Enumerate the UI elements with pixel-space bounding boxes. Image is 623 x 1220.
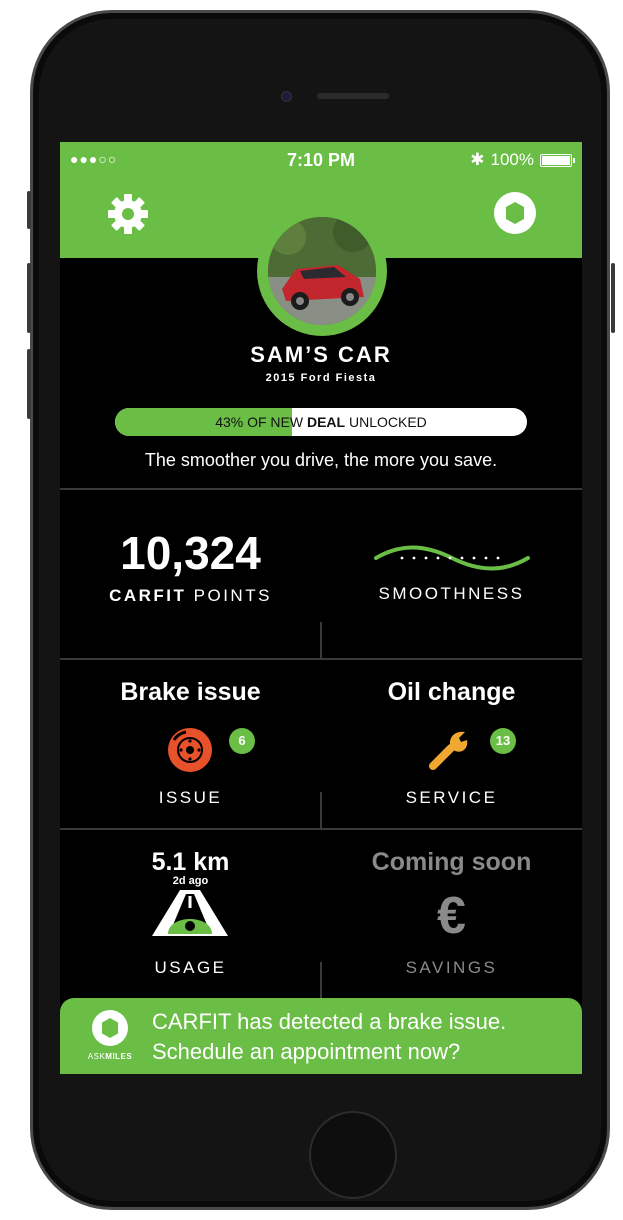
askmiles-logo-icon[interactable] xyxy=(492,190,538,236)
askmiles-logo: ASKMILES xyxy=(82,1008,138,1068)
points-value: 10,324 xyxy=(120,527,261,579)
app-screen: ●●●○○ 7:10 PM ✱ 100% SAM’S CAR 2015 Ford… xyxy=(60,142,582,1074)
earpiece-speaker xyxy=(317,93,389,99)
home-button[interactable] xyxy=(309,1111,397,1199)
status-bar: ●●●○○ 7:10 PM ✱ 100% xyxy=(60,148,582,176)
battery-icon xyxy=(540,153,575,167)
oil-change-label: SERVICE xyxy=(405,788,498,807)
oil-change-tile[interactable]: Oil change 13 SERVICE xyxy=(321,678,582,808)
brake-issue-label: ISSUE xyxy=(158,788,223,807)
gear-icon[interactable] xyxy=(106,192,150,236)
battery-percent: 100% xyxy=(490,150,534,169)
savings-label: SAVINGS xyxy=(405,958,498,977)
tagline: The smoother you drive, the more you sav… xyxy=(144,450,498,470)
car-photo xyxy=(268,217,376,325)
smoothness-label: SMOOTHNESS xyxy=(378,584,525,603)
brake-issue-tile[interactable]: Brake issue 6 ISSUE xyxy=(60,678,321,808)
euro-icon: € xyxy=(437,887,466,945)
brake-issue-title: Brake issue xyxy=(120,678,261,706)
column-divider-1 xyxy=(320,622,322,658)
divider-1 xyxy=(60,488,582,490)
usage-value: 5.1 km xyxy=(151,848,230,876)
points-label: CARFIT POINTS xyxy=(109,586,272,605)
oil-change-count-badge: 13 xyxy=(490,728,516,754)
deal-progress-bar: 43% OF NEW DEAL UNLOCKED xyxy=(115,408,527,436)
brake-issue-count-badge: 6 xyxy=(229,728,255,754)
oil-change-title: Oil change xyxy=(387,678,516,706)
silent-switch xyxy=(27,191,31,229)
brake-alert-banner[interactable]: ASKMILES CARFIT has detected a brake iss… xyxy=(60,998,582,1074)
smoothness-tile[interactable]: SMOOTHNESS xyxy=(321,540,582,604)
usage-label: USAGE xyxy=(154,958,227,977)
smoothness-wave-icon xyxy=(373,545,530,571)
front-camera xyxy=(281,91,292,102)
wrench-icon xyxy=(429,731,468,770)
column-divider-3 xyxy=(320,962,322,998)
car-name: SAM’S CAR xyxy=(250,342,392,367)
alert-line-2: Schedule an appointment now? xyxy=(152,1039,461,1064)
alert-line-1: CARFIT has detected a brake issue. xyxy=(152,1009,507,1034)
brake-disc-icon xyxy=(168,728,212,772)
column-divider-2 xyxy=(320,792,322,828)
askmiles-wordmark: ASKMILES xyxy=(87,1052,133,1061)
points-tile[interactable]: 10,324 CARFIT POINTS xyxy=(60,526,321,606)
road-usage-icon xyxy=(152,890,228,936)
alert-message: CARFIT has detected a brake issue. Sched… xyxy=(152,1007,506,1067)
volume-up-button xyxy=(27,263,31,333)
divider-3 xyxy=(60,828,582,830)
askmiles-badge-icon xyxy=(92,1010,128,1046)
savings-title: Coming soon xyxy=(371,848,532,876)
volume-down-button xyxy=(27,349,31,419)
bluetooth-icon: ✱ xyxy=(470,150,485,169)
car-avatar[interactable] xyxy=(257,206,387,336)
divider-2 xyxy=(60,658,582,660)
car-model: 2015 Ford Fiesta xyxy=(265,372,377,384)
usage-tile[interactable]: 5.1 km 2d ago USAGE xyxy=(60,848,321,988)
deal-progress-label: 43% OF NEW DEAL UNLOCKED xyxy=(215,414,427,430)
power-button xyxy=(611,263,615,333)
usage-ago: 2d ago xyxy=(172,875,209,887)
savings-tile[interactable]: Coming soon € SAVINGS xyxy=(321,848,582,988)
